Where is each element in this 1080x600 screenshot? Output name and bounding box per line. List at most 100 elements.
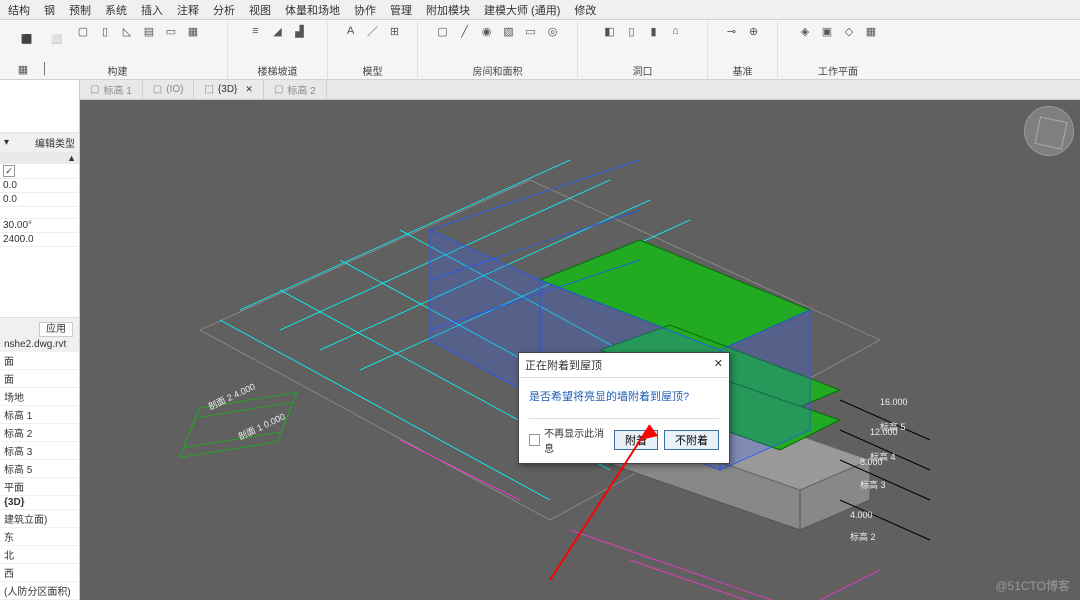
- menu-item[interactable]: 管理: [390, 2, 412, 18]
- ribbon-group-model: A ／ ⊞ 模型: [328, 22, 418, 78]
- prop-cell[interactable]: 30.00°: [0, 219, 79, 232]
- view-tab[interactable]: ▢ 标高 2: [264, 80, 327, 99]
- svg-text:标高 3: 标高 3: [860, 479, 886, 490]
- tree-item[interactable]: 面: [0, 370, 79, 388]
- close-icon[interactable]: ✕: [245, 84, 253, 95]
- svg-text:4.000: 4.000: [850, 510, 873, 520]
- svg-text:标高 2: 标高 2: [850, 531, 876, 542]
- menu-item[interactable]: 钢: [44, 2, 55, 18]
- viewer-icon[interactable]: ▦: [862, 22, 880, 40]
- dont-attach-button[interactable]: 不附着: [664, 430, 719, 450]
- prop-cell[interactable]: 0.0: [0, 179, 79, 192]
- door-icon[interactable]: ⬛: [14, 22, 40, 56]
- tree-item[interactable]: 面: [0, 352, 79, 370]
- set-icon[interactable]: ◈: [796, 22, 814, 40]
- ribbon-group-room: ▢ ╱ ◉ ▧ ▭ ◎ 房间和面积: [418, 22, 578, 78]
- grid-datum-icon[interactable]: ⊕: [745, 22, 763, 40]
- dialog-close-button[interactable]: ✕: [714, 357, 723, 373]
- tree-item[interactable]: 北: [0, 546, 79, 564]
- tree-item[interactable]: 场地: [0, 388, 79, 406]
- menu-item[interactable]: 修改: [574, 2, 596, 18]
- area-boundary-icon[interactable]: ▭: [522, 22, 540, 40]
- stair-icon[interactable]: ▟: [291, 22, 309, 40]
- vertical-icon[interactable]: ▮: [645, 22, 663, 40]
- menu-item[interactable]: 插入: [141, 2, 163, 18]
- level-icon[interactable]: ⊸: [723, 22, 741, 40]
- model-line-icon[interactable]: ／: [364, 22, 382, 40]
- window-icon[interactable]: ⬜: [44, 22, 70, 56]
- wall-opening-icon[interactable]: ▯: [623, 22, 641, 40]
- edit-type-dropdown[interactable]: ▾编辑类型: [0, 133, 79, 152]
- floor-icon[interactable]: ▭: [162, 22, 180, 40]
- ribbon-group-label: 工作平面: [818, 63, 858, 78]
- ceiling-icon[interactable]: ▤: [140, 22, 158, 40]
- main-area: ▢ 标高 1 ▢ (IO) ⬚ {3D}✕ ▢ 标高 2: [80, 80, 1080, 600]
- ribbon-group-build: ⬛ ⬜ ▢ ▯ ◺ ▤ ▭ ▦ ▦ │ 构建: [8, 22, 228, 78]
- prop-cell[interactable]: 2400.0: [0, 233, 79, 246]
- menu-item[interactable]: 视图: [249, 2, 271, 18]
- tree-item[interactable]: 建筑立面): [0, 510, 79, 528]
- menu-item[interactable]: 注释: [177, 2, 199, 18]
- column-icon[interactable]: ▯: [96, 22, 114, 40]
- ribbon-group-label: 楼梯坡道: [258, 63, 298, 78]
- prop-cell[interactable]: ✓: [0, 164, 79, 178]
- project-browser[interactable]: 面 面 场地 标高 1 标高 2 标高 3 标高 5 平面 {3D} 建筑立面)…: [0, 352, 79, 600]
- tree-item[interactable]: 标高 5: [0, 460, 79, 478]
- tree-item[interactable]: 平面: [0, 478, 79, 496]
- side-panel: ▾编辑类型 ▲ ✓ 0.0 0.0 30.00° 2400.0 应用 nshe2…: [0, 80, 80, 600]
- tree-item[interactable]: {3D}: [0, 496, 79, 510]
- browser-file[interactable]: nshe2.dwg.rvt: [0, 337, 79, 352]
- menu-item[interactable]: 体量和场地: [285, 2, 340, 18]
- menu-item[interactable]: 协作: [354, 2, 376, 18]
- annotation-arrow: [540, 420, 660, 590]
- nav-compass[interactable]: [1024, 106, 1074, 156]
- tag-icon[interactable]: ◉: [478, 22, 496, 40]
- tree-item[interactable]: 标高 1: [0, 406, 79, 424]
- view-tab[interactable]: ▢ (IO): [143, 80, 195, 99]
- tree-item[interactable]: 标高 2: [0, 424, 79, 442]
- model-group-icon[interactable]: ⊞: [386, 22, 404, 40]
- dialog-message: 是否希望将亮显的墙附着到屋顶?: [529, 388, 719, 404]
- dormer-icon[interactable]: ⌂: [667, 22, 685, 40]
- byface-icon[interactable]: ◧: [601, 22, 619, 40]
- menu-bar: 结构 钢 预制 系统 插入 注释 分析 视图 体量和场地 协作 管理 附加模块 …: [0, 0, 1080, 20]
- ribbon-group-workplane: ◈ ▣ ◇ ▦ 工作平面: [778, 22, 898, 78]
- tree-item[interactable]: 西: [0, 564, 79, 582]
- room-sep-icon[interactable]: ╱: [456, 22, 474, 40]
- ribbon-group-label: 基准: [733, 63, 753, 78]
- mullion-icon[interactable]: │: [36, 60, 54, 78]
- grid-icon[interactable]: ▦: [14, 60, 32, 78]
- menu-item[interactable]: 结构: [8, 2, 30, 18]
- curtain-icon[interactable]: ▦: [184, 22, 202, 40]
- svg-text:8.000: 8.000: [860, 457, 883, 467]
- menu-item[interactable]: 预制: [69, 2, 91, 18]
- apply-button[interactable]: 应用: [39, 322, 73, 337]
- menu-item[interactable]: 分析: [213, 2, 235, 18]
- watermark: @51CTO博客: [995, 577, 1070, 594]
- tree-item[interactable]: (人防分区面积): [0, 582, 79, 600]
- ref-icon[interactable]: ◇: [840, 22, 858, 40]
- ribbon: ⬛ ⬜ ▢ ▯ ◺ ▤ ▭ ▦ ▦ │ 构建 ≡ ◢ ▟ 楼梯坡道 A ／ ⊞ …: [0, 20, 1080, 80]
- 3d-viewport[interactable]: 16.000 标高 5 12.000 标高 4 8.000 标高 3 4.000…: [80, 100, 1080, 600]
- ribbon-group-stair: ≡ ◢ ▟ 楼梯坡道: [228, 22, 328, 78]
- component-icon[interactable]: ▢: [74, 22, 92, 40]
- dialog-title: 正在附着到屋顶: [525, 357, 602, 373]
- ribbon-group-datum: ⊸ ⊕ 基准: [708, 22, 778, 78]
- tree-item[interactable]: 东: [0, 528, 79, 546]
- menu-item[interactable]: 建模大师 (通用): [484, 2, 560, 18]
- prop-cell[interactable]: 0.0: [0, 193, 79, 206]
- menu-item[interactable]: 附加模块: [426, 2, 470, 18]
- show-icon[interactable]: ▣: [818, 22, 836, 40]
- area-tag-icon[interactable]: ◎: [544, 22, 562, 40]
- room-icon[interactable]: ▢: [434, 22, 452, 40]
- workspace: ▾编辑类型 ▲ ✓ 0.0 0.0 30.00° 2400.0 应用 nshe2…: [0, 80, 1080, 600]
- roof-icon[interactable]: ◺: [118, 22, 136, 40]
- tree-item[interactable]: 标高 3: [0, 442, 79, 460]
- ramp-icon[interactable]: ◢: [269, 22, 287, 40]
- area-icon[interactable]: ▧: [500, 22, 518, 40]
- menu-item[interactable]: 系统: [105, 2, 127, 18]
- view-tab-active[interactable]: ⬚ {3D}✕: [194, 80, 263, 99]
- railing-icon[interactable]: ≡: [247, 22, 265, 40]
- model-text-icon[interactable]: A: [342, 22, 360, 40]
- view-tab[interactable]: ▢ 标高 1: [80, 80, 143, 99]
